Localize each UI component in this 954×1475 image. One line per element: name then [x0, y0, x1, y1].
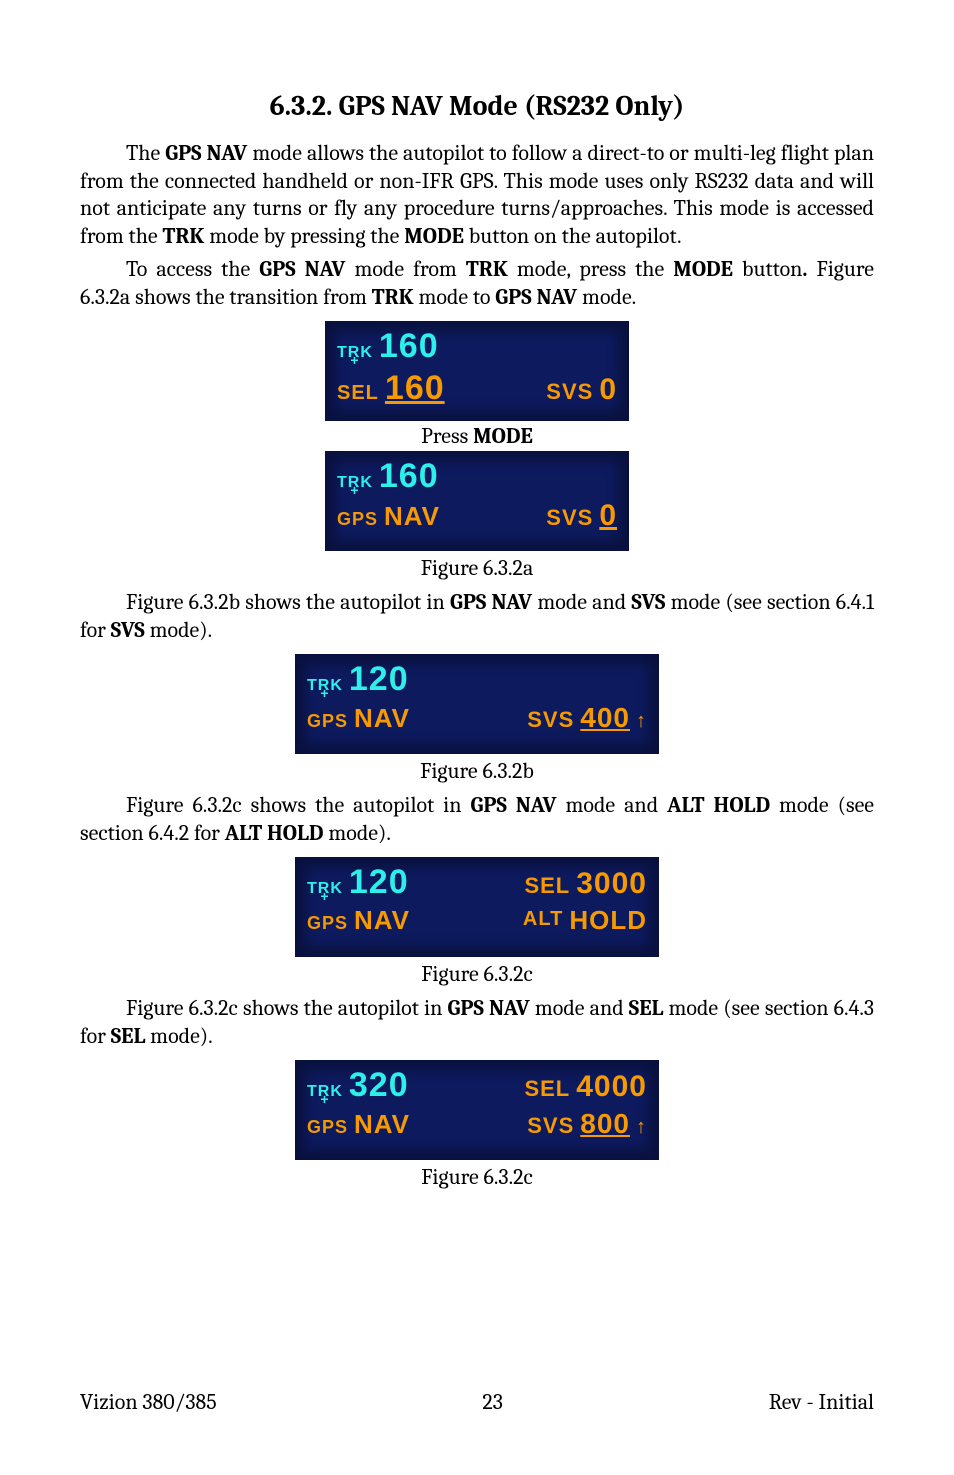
text: mode to — [414, 284, 496, 310]
term-alt-hold: ALT HOLD — [667, 792, 770, 818]
lcd-nav-label: NAV — [384, 503, 440, 529]
text: button — [733, 256, 802, 282]
paragraph-1: The GPS NAV mode allows the autopilot to… — [80, 140, 874, 250]
figure-caption-c2: Figure 6.3.2c — [80, 1164, 874, 1190]
arrow-up-icon: ↑ — [636, 1117, 647, 1137]
paragraph-2: To access the GPS NAV mode from TRK mode… — [80, 256, 874, 311]
lcd-svs-value: 0 — [599, 501, 617, 531]
lcd-nav-label: NAV — [354, 705, 410, 731]
figure-6-3-2c-1: TRK+ 120 SEL 3000 GPS NAV ALTHOLD — [80, 857, 874, 957]
text: mode). — [324, 820, 391, 846]
lcd-nav-label: NAV — [354, 907, 410, 933]
term-gps-nav: GPS NAV — [450, 589, 532, 615]
term-alt-hold: ALT HOLD — [225, 820, 324, 846]
text: Figure 6.3.2c shows the autopilot in — [126, 995, 448, 1021]
plus-icon: + — [350, 486, 359, 496]
paragraph-5: Figure 6.3.2c shows the autopilot in GPS… — [80, 995, 874, 1050]
lcd-gps-label: GPS — [337, 506, 378, 528]
paragraph-4: Figure 6.3.2c shows the autopilot in GPS… — [80, 792, 874, 847]
press-mode-caption: Press MODE — [80, 423, 874, 449]
term-svs: SVS — [631, 589, 665, 615]
term-gps-nav: GPS NAV — [448, 995, 530, 1021]
lcd-nav-label: NAV — [354, 1111, 410, 1137]
text: The — [126, 140, 165, 166]
figure-6-3-2c-2: TRK+ 320 SEL 4000 GPS NAV SVS 800↑ — [80, 1060, 874, 1160]
plus-icon: + — [320, 1095, 329, 1105]
term-trk: TRK — [162, 223, 204, 249]
text: Press — [421, 423, 473, 449]
lcd-svs-value: 400 — [580, 704, 630, 732]
term-trk: TRK — [466, 256, 508, 282]
text: Figure 6.3.2c shows the autopilot in — [126, 792, 471, 818]
lcd-svs-label: SVS — [527, 705, 574, 731]
lcd-panel-gpsnav-althold: TRK+ 120 SEL 3000 GPS NAV ALTHOLD — [295, 857, 659, 957]
figure-caption-c1: Figure 6.3.2c — [80, 961, 874, 987]
text: mode and — [530, 995, 629, 1021]
lcd-sel-value: 4000 — [576, 1072, 647, 1102]
plus-icon: + — [320, 892, 329, 902]
lcd-sel-label: SEL — [524, 871, 570, 897]
lcd-svs-label: SVS — [546, 377, 593, 403]
lcd-gps-label: GPS — [307, 1114, 348, 1136]
text: To access the — [126, 256, 259, 282]
text: mode). — [145, 617, 212, 643]
footer-left: Vizion 380/385 — [80, 1389, 217, 1415]
text: mode and — [532, 589, 631, 615]
text: Figure 6.3.2b shows the autopilot in — [126, 589, 450, 615]
lcd-svs-value: 800 — [580, 1110, 630, 1138]
lcd-sel-value: 3000 — [576, 869, 647, 899]
footer-right: Rev - Initial — [769, 1389, 874, 1415]
lcd-svs-label: SVS — [546, 503, 593, 529]
lcd-alt-label: ALT — [523, 907, 563, 929]
lcd-trk-value: 160 — [379, 329, 439, 363]
plus-icon: + — [320, 689, 329, 699]
lcd-panel-trk-gpsnav: TRK+ 160 GPS NAV SVS 0 — [325, 451, 629, 551]
text: mode, press the — [508, 256, 673, 282]
text: button on the autopilot. — [464, 223, 682, 249]
lcd-panel-trk-sel: TRK+ 160 SEL 160 SVS 0 — [325, 321, 629, 421]
term-sel: SEL — [111, 1023, 146, 1049]
figure-caption-a: Figure 6.3.2a — [80, 555, 874, 581]
lcd-svs-value: 0 — [599, 375, 617, 405]
lcd-trk-value: 320 — [349, 1068, 409, 1102]
term-sel: SEL — [629, 995, 664, 1021]
term-trk: TRK — [372, 284, 414, 310]
lcd-trk-value: 120 — [349, 865, 409, 899]
plus-icon: + — [350, 356, 359, 366]
term-gps-nav: GPS NAV — [495, 284, 577, 310]
lcd-hold-label: HOLD — [569, 907, 647, 933]
arrow-up-icon: ↑ — [636, 711, 647, 731]
text: mode). — [145, 1023, 212, 1049]
section-heading: 6.3.2. GPS NAV Mode (RS232 Only) — [80, 90, 874, 122]
lcd-sel-value: 160 — [385, 371, 445, 405]
lcd-svs-label: SVS — [527, 1111, 574, 1137]
term-mode: MODE — [673, 256, 733, 282]
term-gps-nav: GPS NAV — [165, 140, 247, 166]
text: mode by pressing the — [204, 223, 404, 249]
lcd-panel-gpsnav-sel-svs: TRK+ 320 SEL 4000 GPS NAV SVS 800↑ — [295, 1060, 659, 1160]
term-mode: MODE — [404, 223, 464, 249]
paragraph-3: Figure 6.3.2b shows the autopilot in GPS… — [80, 589, 874, 644]
text: mode from — [345, 256, 465, 282]
term-gps-nav: GPS NAV — [259, 256, 345, 282]
figure-caption-b: Figure 6.3.2b — [80, 758, 874, 784]
text: mode and — [557, 792, 668, 818]
lcd-sel-label: SEL — [524, 1074, 570, 1100]
term-svs: SVS — [111, 617, 145, 643]
lcd-gps-label: GPS — [307, 910, 348, 932]
term-gps-nav: GPS NAV — [471, 792, 557, 818]
figure-6-3-2b: TRK+ 120 GPS NAV SVS 400↑ — [80, 654, 874, 754]
lcd-gps-label: GPS — [307, 708, 348, 730]
term-mode: MODE — [473, 423, 533, 449]
lcd-trk-value: 120 — [349, 662, 409, 696]
footer-center: 23 — [482, 1389, 503, 1415]
lcd-panel-gpsnav-svs: TRK+ 120 GPS NAV SVS 400↑ — [295, 654, 659, 754]
page-footer: Vizion 380/385 23 Rev - Initial — [80, 1389, 874, 1415]
lcd-trk-value: 160 — [379, 459, 439, 493]
figure-6-3-2a: TRK+ 160 SEL 160 SVS 0 Press MODE — [80, 321, 874, 551]
lcd-sel-label: SEL — [337, 379, 379, 403]
text: mode. — [577, 284, 636, 310]
